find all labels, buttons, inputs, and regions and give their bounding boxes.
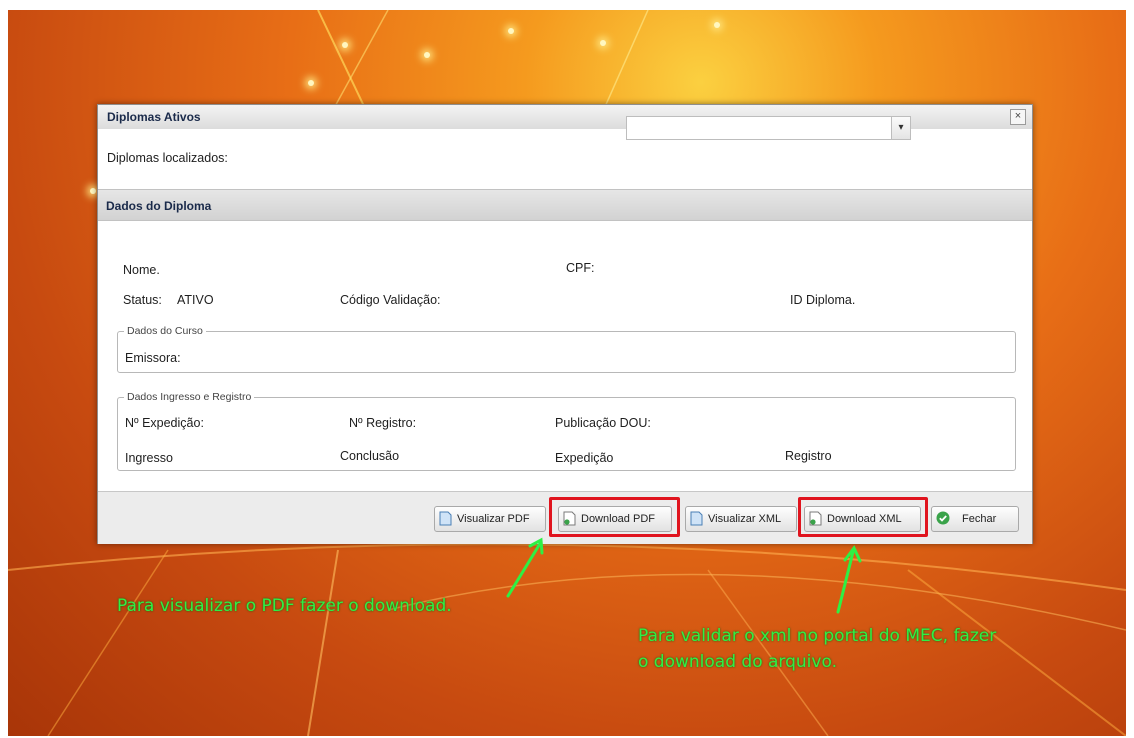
xml-annotation-line1: Para validar o xml no portal do MEC, faz… [638, 626, 997, 646]
pdf-annotation: Para visualizar o PDF fazer o download. [117, 596, 452, 616]
xml-annotation-line2: o download do arquivo. [638, 652, 837, 672]
pdf-arrow [506, 540, 543, 598]
